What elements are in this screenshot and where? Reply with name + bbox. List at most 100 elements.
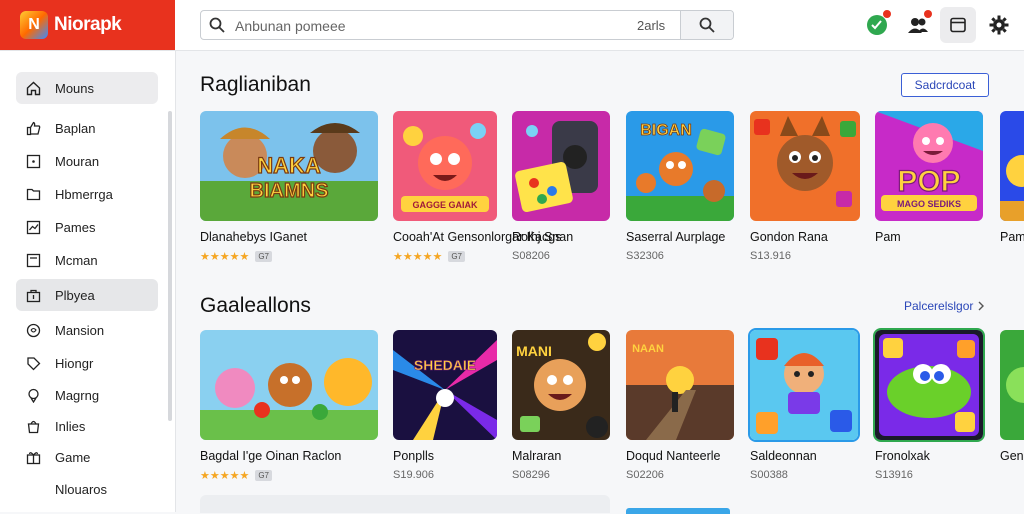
game-card[interactable]: BIGAN Saserral Aurplage S32306 [626,111,734,262]
sidebar-item-label: Hbmerrga [55,186,113,202]
search-filter[interactable]: 2arls [637,18,665,33]
game-price: S19.906 [393,469,434,481]
notification-button[interactable] [864,10,891,38]
tag-icon [25,355,41,371]
thumb-text: NAAN [632,343,664,355]
game-card[interactable]: GAGGE GAIAK Cooah'At Gensonlorgar Kacgs … [393,111,561,263]
blank-icon [25,481,41,497]
sidebar-item[interactable]: Pames [16,211,158,243]
square-icon [25,153,41,169]
game-title: Malraran [512,449,562,463]
sidebar-item-label: Hiongr [55,355,94,371]
thumb-text: SHEDAIE [414,357,476,373]
game-card[interactable]: Bagdal I'ge Oinan Raclon ★★★★★ G7 [200,330,378,482]
sidebar-item[interactable]: Plbyea [16,279,158,311]
gear-icon [989,15,1009,35]
game-title: Pam [1000,230,1024,244]
game-thumbnail: NAKA BIAMNS [200,111,378,221]
sidebar-item[interactable]: Hiongr [16,347,158,379]
sidebar-item[interactable]: Baplan [16,112,158,144]
game-title: Pam [875,230,901,244]
sidebar-item-label: Mouran [55,153,100,169]
sidebar-scrollbar[interactable] [168,111,172,421]
game-card[interactable]: Gen [1000,330,1024,463]
game-card[interactable]: POP MAGO SEDIKS Pam [875,111,983,244]
game-meta: ★★★★★ G7 [200,469,378,482]
see-all-button[interactable]: Sadcrdcoat [901,73,989,97]
gift-icon [25,449,41,465]
age-badge: G7 [448,251,465,262]
game-card[interactable]: Saldeonnan S00388 [750,330,858,481]
sidebar-item[interactable]: Nlouaros [16,473,158,505]
section-title: Raglianiban [200,73,311,96]
game-card[interactable]: MANI Malraran S08296 [512,330,610,481]
calendar-icon [950,17,966,33]
game-price: S08206 [512,250,550,262]
thumb-text: GAGGE GAIAK [412,200,478,210]
sidebar-item-label: Inlies [55,418,86,434]
app-logo[interactable]: N Niorapk [0,0,175,50]
sidebar-item-home[interactable]: Mouns [16,72,158,104]
app-name: Niorapk [54,14,122,35]
game-title: Doqud Nanteerle [626,449,721,463]
thumbs-up-icon [25,120,41,136]
next-section-preview [200,495,610,513]
search-input[interactable] [233,11,627,41]
sidebar-item[interactable]: Game [16,441,158,473]
settings-button[interactable] [986,12,1012,38]
game-title: Ponplls [393,449,434,463]
game-title: Fronolxak [875,449,930,463]
chart-icon [25,219,41,235]
thumb-text: MANI [516,343,552,359]
game-card[interactable]: Fronolxak S13916 [875,330,983,481]
thumb-text: BIAMNS [250,180,329,202]
messages-button[interactable] [905,10,932,38]
game-thumbnail: GAGGE GAIAK [393,111,497,221]
section-title: Gaaleallons [200,294,311,317]
game-thumbnail [200,330,378,440]
game-thumbnail: NAAN [626,330,734,440]
notification-dot [883,10,891,18]
game-thumbnail [875,330,983,440]
logo-icon: N [20,11,48,39]
game-title: Saserral Aurplage [626,230,726,244]
sidebar-item-label: Game [55,449,91,465]
sidebar-item[interactable]: Mansion [16,314,158,346]
heart-icon [25,322,41,338]
game-card[interactable]: SHEDAIE Ponplls S19.906 [393,330,497,481]
search-icon [699,17,715,33]
game-thumbnail [750,111,860,221]
game-card[interactable]: Rolhj Snan S08206 [512,111,610,262]
sidebar-item[interactable]: Mcman [16,244,158,276]
see-all-link[interactable]: Palcerelslgor [904,299,985,313]
notification-dot [924,10,932,18]
game-card[interactable]: NAKA BIAMNS Dlanahebys IGanet ★★★★★ G7 [200,111,378,263]
bookmark-icon [25,252,41,268]
sidebar-item[interactable]: Inlies [16,410,158,442]
sidebar-item[interactable]: Mouran [16,145,158,177]
game-thumbnail: POP MAGO SEDIKS [875,111,983,221]
sidebar-item-label: Nlouaros [55,481,108,497]
sidebar-item-label: Mcman [55,252,98,268]
sidebar-item-label: Baplan [55,120,96,136]
sidebar-item[interactable]: Hbmerrga [16,178,158,210]
thumb-text: MAGO SEDIKS [897,199,961,209]
game-price: S32306 [626,250,664,262]
sidebar-item-label: Plbyea [55,287,95,303]
game-card[interactable]: NAAN Doqud Nanteerle S02206 [626,330,734,481]
sidebar-item[interactable]: Magrng [16,379,158,411]
game-card[interactable]: Gondon Rana S13.916 [750,111,860,262]
sidebar-item-label: Mansion [55,322,105,338]
top-bar: N Niorapk 2arls [0,0,1024,51]
game-card[interactable]: Pam [1000,111,1024,244]
game-price: S13916 [875,469,913,481]
age-badge: G7 [255,470,272,481]
thumb-text: POP [897,165,960,198]
search-button[interactable] [680,11,733,39]
game-price: S02206 [626,469,664,481]
library-button[interactable] [940,7,976,43]
home-icon [25,80,41,96]
search-bar: 2arls [200,10,734,41]
bag-icon [25,418,41,434]
rating-stars: ★★★★★ [200,470,250,482]
